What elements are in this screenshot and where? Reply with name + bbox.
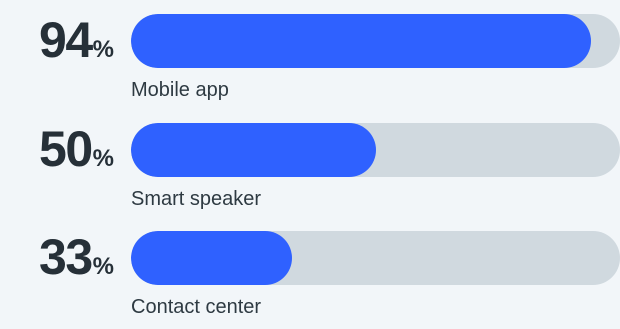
bar-value: 33 % <box>0 229 114 285</box>
bar-value: 94 % <box>0 12 114 68</box>
bar-value-number: 94 <box>39 12 93 68</box>
bar-value-number: 33 <box>39 229 93 285</box>
bar-value-unit: % <box>92 253 114 280</box>
bar-row-smart-speaker: 50 % Smart speaker <box>0 121 620 221</box>
bar-track <box>131 123 620 177</box>
bar-fill <box>131 231 292 285</box>
bar-fill <box>131 123 376 177</box>
bar-value-unit: % <box>92 145 114 172</box>
bar-value-unit: % <box>92 36 114 63</box>
bar-value: 50 % <box>0 121 114 177</box>
bar-track <box>131 14 620 68</box>
bar-value-number: 50 <box>39 121 93 177</box>
bar-row-contact-center: 33 % Contact center <box>0 229 620 329</box>
bar-label: Mobile app <box>131 79 229 101</box>
bar-row-mobile-app: 94 % Mobile app <box>0 12 620 112</box>
bar-label: Contact center <box>131 296 262 318</box>
bar-label: Smart speaker <box>131 188 262 210</box>
bar-fill <box>131 14 591 68</box>
bar-track <box>131 231 620 285</box>
bar-chart: 94 % Mobile app 50 % Smart speaker 33 % … <box>0 0 620 318</box>
